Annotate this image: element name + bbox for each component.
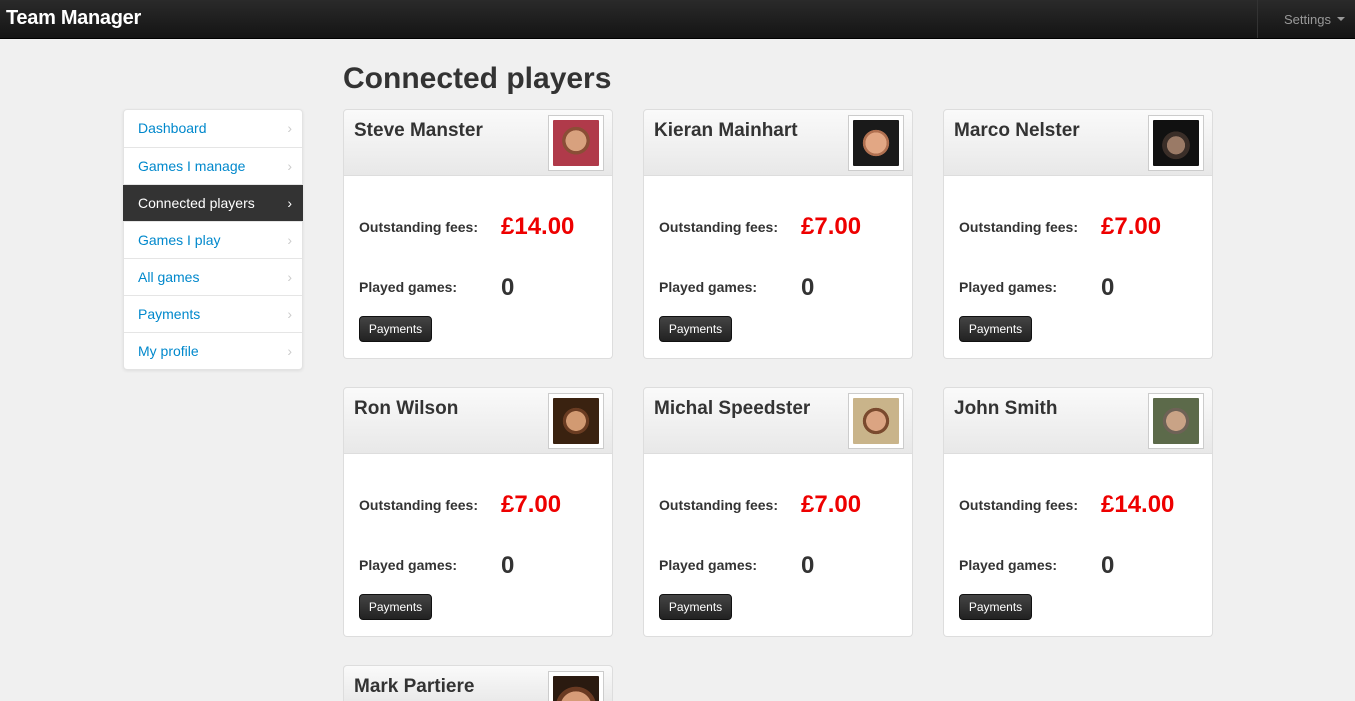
caret-down-icon (1336, 17, 1345, 21)
payments-button[interactable]: Payments (659, 594, 732, 620)
played-games-label: Played games: (959, 557, 1058, 573)
chevron-right-icon: › (287, 120, 292, 136)
played-games-label: Played games: (359, 279, 458, 295)
avatar[interactable] (548, 671, 604, 701)
fees-label: Outstanding fees: (659, 219, 779, 235)
played-games-label: Played games: (659, 557, 758, 573)
fees-label: Outstanding fees: (359, 497, 479, 513)
avatar[interactable] (848, 115, 904, 171)
player-card-header: Kieran Mainhart (643, 109, 913, 176)
player-name[interactable]: Steve Manster (354, 120, 483, 142)
player-name[interactable]: Michal Speedster (654, 398, 810, 420)
sidebar-item-dashboard[interactable]: Dashboard › (124, 110, 302, 147)
player-card-header: Marco Nelster (943, 109, 1213, 176)
outstanding-fees-value: £7.00 (801, 491, 862, 518)
player-card-header: Ron Wilson (343, 387, 613, 454)
player-name[interactable]: Marco Nelster (954, 120, 1080, 142)
player-card-body: Outstanding fees: £7.00 Played games: 0 … (643, 454, 913, 637)
played-games-value: 0 (1101, 552, 1115, 579)
player-name[interactable]: John Smith (954, 398, 1057, 420)
player-name[interactable]: Kieran Mainhart (654, 120, 798, 142)
fees-label: Outstanding fees: (359, 219, 479, 235)
payments-button[interactable]: Payments (359, 316, 432, 342)
avatar[interactable] (1148, 393, 1204, 449)
player-name[interactable]: Mark Partiere (354, 676, 474, 698)
settings-label: Settings (1284, 11, 1331, 27)
app-brand[interactable]: Team Manager (6, 7, 141, 30)
chevron-right-icon: › (287, 306, 292, 322)
sidebar-item-games-i-play[interactable]: Games I play › (124, 221, 302, 258)
player-card: Ron Wilson Outstanding fees: £7.00 Playe… (343, 387, 613, 637)
played-games-value: 0 (501, 274, 515, 301)
chevron-right-icon: › (287, 232, 292, 248)
sidebar-item-label: Games I manage (138, 158, 246, 174)
sidebar-item-all-games[interactable]: All games › (124, 258, 302, 295)
payments-button[interactable]: Payments (659, 316, 732, 342)
outstanding-fees-value: £14.00 (501, 213, 575, 240)
avatar[interactable] (1148, 115, 1204, 171)
player-card: Michal Speedster Outstanding fees: £7.00… (643, 387, 913, 637)
settings-menu[interactable]: Settings (1257, 0, 1355, 38)
payments-button[interactable]: Payments (959, 316, 1032, 342)
page-title: Connected players (343, 62, 612, 95)
chevron-right-icon: › (287, 158, 292, 174)
top-navbar: Team Manager Settings (0, 0, 1355, 39)
player-card-header: Steve Manster (343, 109, 613, 176)
payments-button[interactable]: Payments (359, 594, 432, 620)
chevron-right-icon: › (287, 343, 292, 359)
sidebar-item-label: My profile (138, 343, 199, 359)
fees-label: Outstanding fees: (959, 219, 1079, 235)
player-card: John Smith Outstanding fees: £14.00 Play… (943, 387, 1213, 637)
chevron-right-icon: › (287, 269, 292, 285)
sidebar-item-label: Connected players (138, 195, 255, 211)
player-card-header: John Smith (943, 387, 1213, 454)
player-card: Mark Partiere (343, 665, 613, 701)
player-card: Kieran Mainhart Outstanding fees: £7.00 … (643, 109, 913, 359)
player-card-header: Michal Speedster (643, 387, 913, 454)
played-games-label: Played games: (959, 279, 1058, 295)
outstanding-fees-value: £14.00 (1101, 491, 1175, 518)
avatar[interactable] (548, 115, 604, 171)
player-name[interactable]: Ron Wilson (354, 398, 458, 420)
player-card-body: Outstanding fees: £14.00 Played games: 0… (943, 454, 1213, 637)
sidebar-item-games-i-manage[interactable]: Games I manage › (124, 147, 302, 184)
sidebar-item-label: Games I play (138, 232, 221, 248)
player-card-body: Outstanding fees: £7.00 Played games: 0 … (343, 454, 613, 637)
payments-button[interactable]: Payments (959, 594, 1032, 620)
player-card-body: Outstanding fees: £7.00 Played games: 0 … (943, 176, 1213, 359)
sidebar-item-label: Dashboard (138, 120, 207, 136)
sidebar-nav: Dashboard › Games I manage › Connected p… (123, 109, 303, 370)
fees-label: Outstanding fees: (659, 497, 779, 513)
chevron-right-icon: › (287, 195, 292, 211)
played-games-label: Played games: (659, 279, 758, 295)
played-games-value: 0 (1101, 274, 1115, 301)
sidebar-item-connected-players[interactable]: Connected players › (123, 184, 303, 221)
player-card-header: Mark Partiere (343, 665, 613, 701)
player-card-body: Outstanding fees: £14.00 Played games: 0… (343, 176, 613, 359)
player-card-body: Outstanding fees: £7.00 Played games: 0 … (643, 176, 913, 359)
sidebar-item-label: Payments (138, 306, 201, 322)
played-games-value: 0 (801, 274, 815, 301)
outstanding-fees-value: £7.00 (1101, 213, 1162, 240)
fees-label: Outstanding fees: (959, 497, 1079, 513)
player-card: Marco Nelster Outstanding fees: £7.00 Pl… (943, 109, 1213, 359)
player-card: Steve Manster Outstanding fees: £14.00 P… (343, 109, 613, 359)
avatar[interactable] (848, 393, 904, 449)
played-games-label: Played games: (359, 557, 458, 573)
played-games-value: 0 (801, 552, 815, 579)
played-games-value: 0 (501, 552, 515, 579)
outstanding-fees-value: £7.00 (501, 491, 562, 518)
sidebar-item-my-profile[interactable]: My profile › (124, 332, 302, 369)
avatar[interactable] (548, 393, 604, 449)
outstanding-fees-value: £7.00 (801, 213, 862, 240)
sidebar-item-payments[interactable]: Payments › (124, 295, 302, 332)
sidebar-item-label: All games (138, 269, 200, 285)
